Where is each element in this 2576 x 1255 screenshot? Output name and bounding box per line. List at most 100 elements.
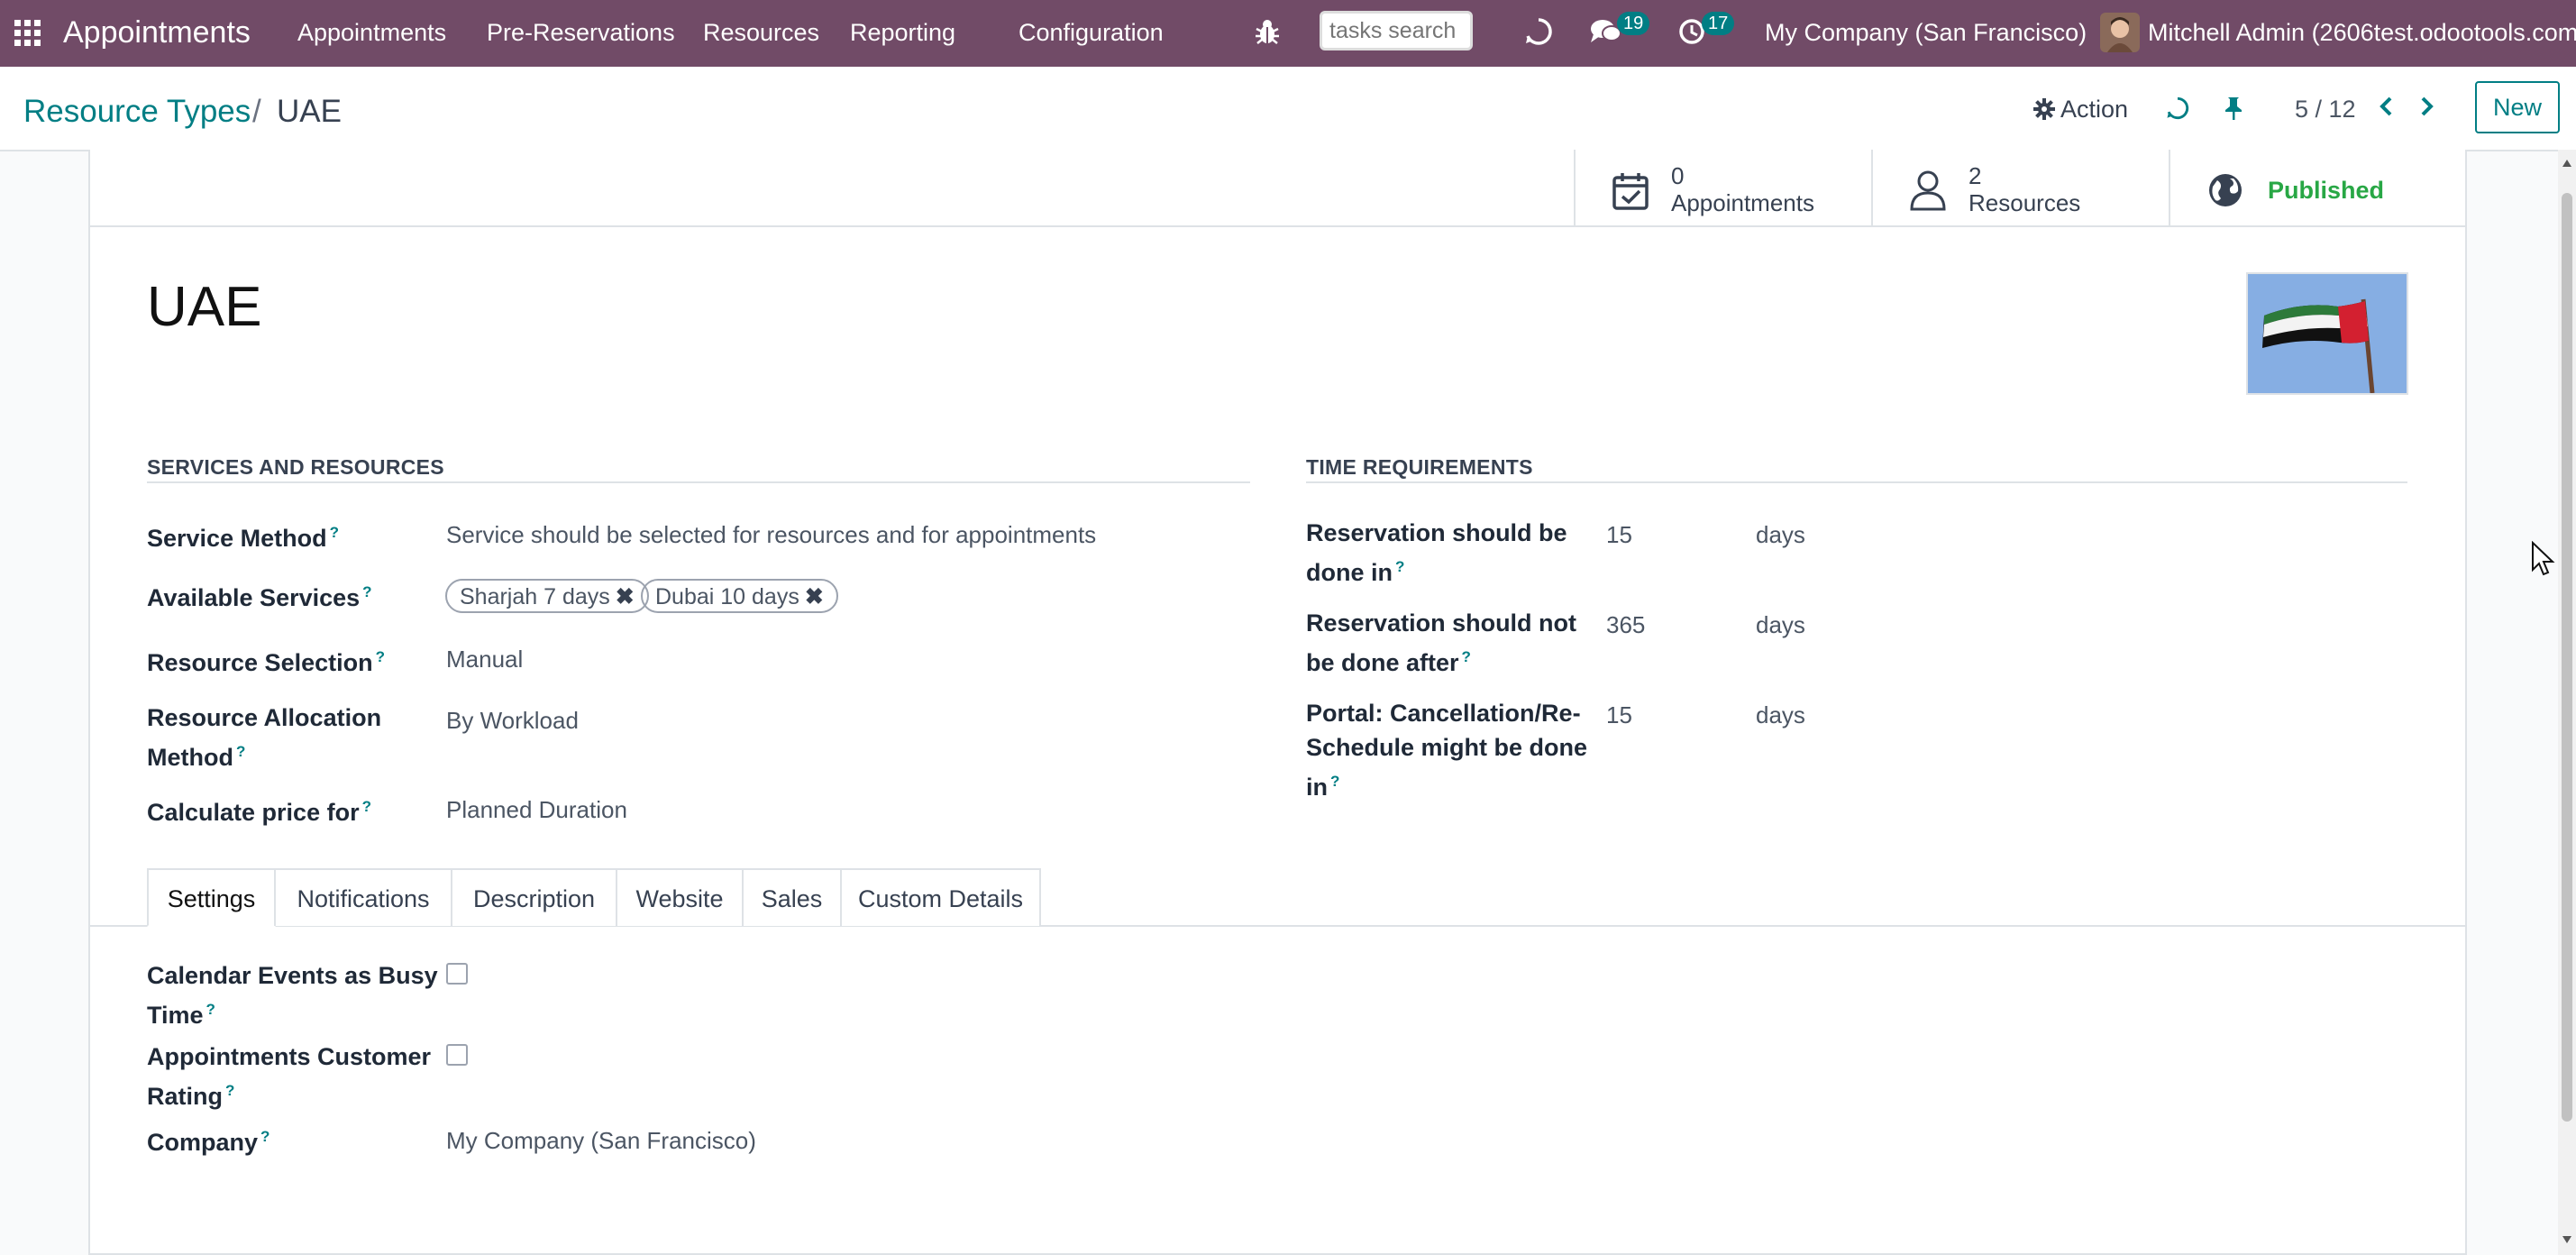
resource-allocation-label: Resource Allocation Method? [147, 701, 381, 774]
gear-icon[interactable] [2033, 98, 2055, 120]
top-navbar: Appointments Appointments Pre-Reservatio… [0, 0, 2576, 67]
reservation-done-in-unit: days [1756, 521, 1805, 548]
resource-selection-label-text: Resource Selection [147, 649, 373, 676]
available-services-label-text: Available Services [147, 584, 361, 611]
time-divider [1306, 481, 2407, 483]
calendar-busy-label-line2: Time [147, 1002, 204, 1029]
service-method-value[interactable]: Service should be selected for resources… [446, 521, 1096, 549]
page-scrollbar[interactable] [2558, 150, 2576, 1255]
reservation-not-after-label: Reservation should not be done after? [1306, 606, 1576, 680]
calculate-price-label: Calculate price for? [147, 790, 371, 829]
user-avatar[interactable] [2100, 13, 2140, 52]
customer-rating-label-line1: Appointments Customer [147, 1043, 432, 1070]
help-tooltip-icon[interactable]: ? [362, 798, 371, 815]
reservation-not-after-value[interactable]: 365 [1606, 611, 1645, 639]
reservation-done-in-value[interactable]: 15 [1606, 521, 1632, 549]
tab-notifications[interactable]: Notifications [274, 868, 452, 926]
menu-appointments[interactable]: Appointments [297, 0, 446, 67]
appointments-smart-button[interactable]: 0 Appointments [1574, 150, 1871, 227]
help-tooltip-icon[interactable]: ? [236, 743, 245, 760]
control-panel: Resource Types / UAE Action 5 / 12 New [0, 67, 2576, 151]
breadcrumb-current: UAE [277, 94, 342, 129]
apps-grid-icon[interactable] [14, 20, 41, 47]
services-divider [147, 481, 1250, 483]
chevron-right-icon[interactable] [2417, 96, 2435, 117]
help-tooltip-icon[interactable]: ? [1330, 773, 1339, 790]
company-value[interactable]: My Company (San Francisco) [446, 1127, 756, 1155]
appointments-label: Appointments [1671, 189, 1814, 216]
help-tooltip-icon[interactable]: ? [225, 1082, 234, 1099]
messages-count-badge: 19 [1617, 12, 1650, 35]
menu-pre-reservations[interactable]: Pre-Reservations [487, 0, 675, 67]
user-icon [1910, 170, 1946, 211]
resources-smart-button[interactable]: 2 Resources [1871, 150, 2169, 227]
action-menu-button[interactable]: Action [2060, 96, 2128, 124]
service-tag-label: Sharjah 7 days [460, 584, 610, 609]
resource-allocation-value[interactable]: By Workload [446, 707, 579, 735]
tab-sales[interactable]: Sales [742, 868, 842, 926]
service-method-label: Service Method? [147, 516, 339, 555]
app-name[interactable]: Appointments [63, 0, 251, 67]
debug-bug-icon[interactable] [1255, 18, 1280, 45]
service-tag[interactable]: Sharjah 7 days ✖ [445, 579, 649, 613]
company-label-text: Company [147, 1129, 259, 1156]
calculate-price-value[interactable]: Planned Duration [446, 796, 627, 824]
help-tooltip-icon[interactable]: ? [362, 583, 371, 600]
portal-cancellation-label-line1: Portal: Cancellation/Re- [1306, 700, 1581, 727]
help-tooltip-icon[interactable]: ? [260, 1128, 269, 1145]
scroll-down-arrow-icon[interactable] [2562, 1235, 2572, 1244]
portal-cancellation-value[interactable]: 15 [1606, 701, 1632, 729]
tab-settings[interactable]: Settings [147, 868, 276, 927]
tab-custom-details[interactable]: Custom Details [840, 868, 1041, 926]
remove-tag-icon[interactable]: ✖ [616, 584, 635, 609]
record-title[interactable]: UAE [147, 275, 261, 339]
mouse-cursor-icon [2532, 541, 2555, 576]
calendar-check-icon [1612, 173, 1649, 210]
company-switcher[interactable]: My Company (San Francisco) [1765, 0, 2087, 67]
help-tooltip-icon[interactable]: ? [330, 524, 339, 541]
menu-configuration[interactable]: Configuration [1019, 0, 1164, 67]
help-tooltip-icon[interactable]: ? [1395, 558, 1404, 575]
tasks-search-input[interactable] [1322, 14, 1470, 48]
reservation-not-after-unit: days [1756, 611, 1805, 638]
service-method-label-text: Service Method [147, 525, 327, 552]
calendar-busy-label-line1: Calendar Events as Busy [147, 962, 438, 989]
reservation-done-in-label-line1: Reservation should be [1306, 519, 1567, 546]
portal-cancellation-label-line2: Schedule might be done [1306, 734, 1588, 761]
breadcrumb-parent-link[interactable]: Resource Types [23, 94, 251, 130]
tasks-search-box[interactable] [1320, 11, 1473, 50]
scrollbar-thumb[interactable] [2562, 193, 2572, 1122]
remove-tag-icon[interactable]: ✖ [805, 584, 824, 609]
pin-icon[interactable] [2223, 96, 2244, 121]
time-section-heading: TIME REQUIREMENTS [1306, 455, 1533, 479]
portal-cancellation-label-line3: in [1306, 774, 1328, 801]
chevron-left-icon[interactable] [2378, 96, 2396, 117]
published-smart-button[interactable]: Published [2169, 150, 2467, 227]
scroll-up-arrow-icon[interactable] [2562, 159, 2572, 168]
tab-website[interactable]: Website [616, 868, 744, 926]
record-image[interactable] [2246, 272, 2408, 395]
uae-flag-image [2248, 274, 2407, 394]
discard-refresh-icon[interactable] [2165, 96, 2190, 121]
resources-count: 2 [1969, 162, 1982, 189]
calendar-busy-checkbox[interactable] [446, 963, 468, 985]
customer-rating-checkbox[interactable] [446, 1044, 468, 1066]
calendar-busy-label: Calendar Events as Busy Time? [147, 958, 438, 1032]
new-record-button[interactable]: New [2475, 81, 2560, 133]
service-tag[interactable]: Dubai 10 days ✖ [641, 579, 838, 613]
globe-icon [2209, 174, 2242, 206]
services-section-heading: SERVICES AND RESOURCES [147, 455, 444, 479]
resource-selection-label: Resource Selection? [147, 640, 385, 680]
menu-resources[interactable]: Resources [703, 0, 819, 67]
resource-selection-value[interactable]: Manual [446, 646, 523, 673]
help-tooltip-icon[interactable]: ? [206, 1001, 215, 1018]
discuss-refresh-icon[interactable] [1523, 16, 1554, 47]
form-sheet [88, 150, 2467, 1255]
menu-reporting[interactable]: Reporting [850, 0, 955, 67]
customer-rating-label-line2: Rating [147, 1083, 223, 1110]
help-tooltip-icon[interactable]: ? [376, 648, 385, 665]
help-tooltip-icon[interactable]: ? [1462, 648, 1471, 665]
tab-description[interactable]: Description [451, 868, 617, 926]
pager-value[interactable]: 5 / 12 [2295, 96, 2356, 124]
user-menu-name[interactable]: Mitchell Admin (2606test.odootools.com) [2148, 0, 2576, 67]
